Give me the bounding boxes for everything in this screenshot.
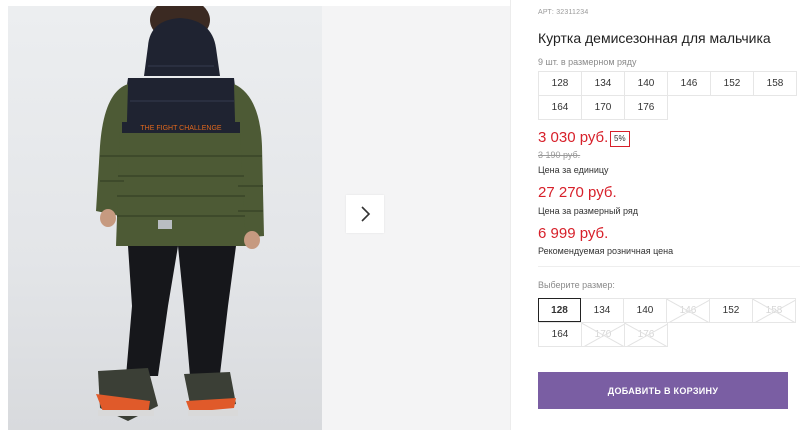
range-size-cell: 170	[581, 95, 625, 120]
panel-divider	[510, 0, 511, 430]
choose-size-label: Выберите размер:	[538, 280, 615, 290]
chevron-right-icon	[361, 206, 371, 222]
product-photo[interactable]: THE FIGHT CHALLENGE	[8, 6, 322, 430]
size-option-selected[interactable]: 128	[538, 298, 581, 322]
range-price-label: Цена за размерный ряд	[538, 206, 639, 216]
range-price: 27 270 руб.	[538, 184, 617, 201]
article-number: АРТ: 32311234	[538, 9, 589, 16]
size-option[interactable]: 134	[580, 298, 624, 323]
size-range-row: 128 134 140 146 152 158	[538, 71, 798, 96]
size-option-unavailable: 170	[581, 322, 625, 347]
print-text: THE FIGHT CHALLENGE	[140, 125, 221, 132]
discount-badge: 5%	[610, 131, 630, 147]
range-size-cell: 140	[624, 71, 668, 96]
size-selector: 128 134 140 146 152 158 164 170 176	[538, 298, 798, 347]
size-selector-row: 128 134 140 146 152 158	[538, 298, 798, 323]
range-size-cell: 164	[538, 95, 582, 120]
range-size-cell: 176	[624, 95, 668, 120]
size-selector-row: 164 170 176	[538, 322, 798, 347]
product-info: АРТ: 32311234 Куртка демисезонная для ма…	[538, 0, 800, 430]
size-option-unavailable: 176	[624, 322, 668, 347]
retail-price-label: Рекомендуемая розничная цена	[538, 246, 674, 256]
range-size-cell: 152	[710, 71, 754, 96]
retail-price: 6 999 руб.	[538, 225, 609, 242]
unit-price-label: Цена за единицу	[538, 165, 609, 175]
size-option-unavailable: 146	[666, 298, 710, 323]
range-size-cell: 128	[538, 71, 582, 96]
range-size-cell: 134	[581, 71, 625, 96]
add-to-cart-button[interactable]: ДОБАВИТЬ В КОРЗИНУ	[538, 372, 788, 409]
product-title: Куртка демисезонная для мальчика	[538, 30, 771, 46]
product-gallery: THE FIGHT CHALLENGE	[0, 0, 510, 430]
size-range-grid: 128 134 140 146 152 158 164 170 176	[538, 71, 798, 120]
size-option[interactable]: 164	[538, 322, 582, 347]
size-option-unavailable: 158	[752, 298, 796, 323]
size-range-row: 164 170 176	[538, 95, 798, 120]
range-size-cell: 146	[667, 71, 711, 96]
size-option[interactable]: 140	[623, 298, 667, 323]
qty-in-range: 9 шт. в размерном ряду	[538, 57, 637, 67]
boy-in-jacket-image: THE FIGHT CHALLENGE	[96, 6, 264, 421]
size-option[interactable]: 152	[709, 298, 753, 323]
old-price: 3 190 руб.	[538, 150, 581, 160]
section-divider	[538, 266, 800, 267]
range-size-cell: 158	[753, 71, 797, 96]
next-image-button[interactable]	[346, 195, 384, 233]
unit-price: 3 030 руб.	[538, 129, 609, 146]
